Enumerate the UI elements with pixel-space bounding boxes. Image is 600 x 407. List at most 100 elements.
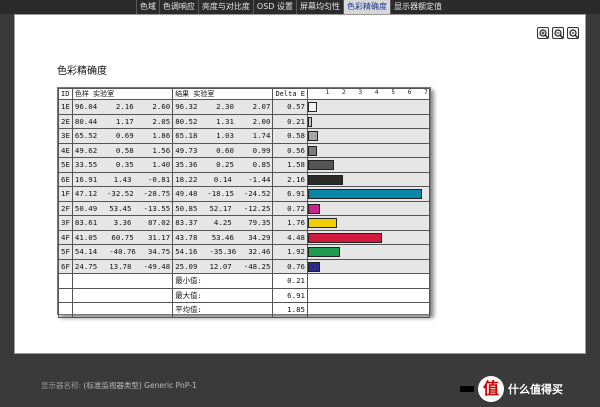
lab-value: 53.46 <box>211 232 234 242</box>
lab-value: 0.58 <box>115 145 134 155</box>
lab-value: 52.17 <box>209 203 232 213</box>
result-lab: 83.37 4.25 79.35 <box>172 215 274 231</box>
lab-value: 1.56 <box>152 145 171 155</box>
patch-id: 4F <box>58 229 73 245</box>
table-row: 6E 16.91 1.43 -0.81 18.22 0.14 -1.44 2.16 <box>58 171 431 187</box>
lab-value: 54.16 <box>175 247 198 257</box>
summary-blank <box>71 273 174 289</box>
lab-value: -1.44 <box>248 174 271 184</box>
table-row: 3F 83.61 3.36 87.02 83.37 4.25 79.35 1.76 <box>58 215 431 231</box>
lab-value: 80.52 <box>175 116 198 126</box>
delta-e-bar-cell <box>306 229 431 245</box>
lab-value: 1.43 <box>113 174 132 184</box>
delta-e-bar <box>308 261 321 272</box>
target-lab: 83.61 3.36 87.02 <box>71 215 174 231</box>
patch-id: 2E <box>58 113 73 129</box>
zoom-reset-icon[interactable] <box>567 27 579 39</box>
zoom-controls <box>537 27 579 39</box>
tab-0[interactable]: 色域 <box>135 0 159 14</box>
delta-e-value: 1.76 <box>272 215 308 231</box>
lab-value: 33.55 <box>74 160 98 170</box>
zoom-out-icon[interactable] <box>552 27 564 39</box>
summary-blank <box>58 302 73 318</box>
summary-label: 最大值: <box>172 287 274 303</box>
result-lab: 35.36 0.25 0.85 <box>172 157 274 173</box>
lab-value: 1.86 <box>152 131 171 141</box>
tab-6[interactable]: 显示器额定值 <box>390 0 445 14</box>
result-lab: 18.22 0.14 -1.44 <box>172 171 274 187</box>
tab-1[interactable]: 色调响应 <box>158 0 198 14</box>
delta-e-bar <box>308 203 320 214</box>
lab-value: -48.25 <box>243 261 271 271</box>
tab-5[interactable]: 色彩精确度 <box>343 0 390 14</box>
target-lab: 41.05 60.75 31.17 <box>71 229 174 245</box>
summary-row: 最大值: 6.91 <box>58 287 431 303</box>
lab-value: 0.14 <box>213 174 232 184</box>
delta-e-bar-cell <box>306 171 431 187</box>
summary-blank <box>58 287 73 303</box>
patch-id: 3E <box>58 128 73 144</box>
zoom-in-icon[interactable] <box>537 27 549 39</box>
target-lab: 24.75 13.78 -49.48 <box>71 258 174 274</box>
table-row: 5F 54.14 -40.76 34.75 54.16 -35.36 32.46 1.92 <box>58 244 431 260</box>
target-lab: 16.91 1.43 -0.81 <box>71 171 174 187</box>
table-row: 4E 49.62 0.58 1.56 49.73 0.60 0.99 0.56 <box>58 142 431 158</box>
delta-e-value: 2.16 <box>272 171 308 187</box>
table-header-row: ID 色样 实验室 结果 实验室 Delta E 1 2 3 4 5 6 7 <box>58 88 431 100</box>
delta-e-bar <box>308 189 422 199</box>
lab-value: 12.07 <box>209 261 232 271</box>
lab-value: 25.09 <box>175 261 198 271</box>
lab-value: 49.73 <box>175 145 198 155</box>
summary-value: 0.21 <box>272 273 308 289</box>
delta-e-bar <box>308 232 382 243</box>
lab-value: 35.36 <box>175 160 198 170</box>
delta-e-bar <box>308 218 337 228</box>
tab-3[interactable]: OSD 设置 <box>252 0 296 14</box>
lab-value: 96.04 <box>74 102 98 112</box>
col-result-header: 结果 实验室 <box>172 88 274 100</box>
lab-value: 0.35 <box>115 160 134 170</box>
watermark: 值 什么值得买 <box>460 376 563 402</box>
lab-value: 1.40 <box>152 160 171 170</box>
lab-value: 2.00 <box>252 116 271 126</box>
target-lab: 49.62 0.58 1.56 <box>71 142 174 158</box>
axis-tick: 1 <box>325 89 330 97</box>
delta-e-value: 4.48 <box>272 229 308 245</box>
delta-e-bar-cell <box>306 258 431 274</box>
lab-value: 1.31 <box>216 116 234 126</box>
delta-e-value: 0.72 <box>272 200 308 216</box>
delta-e-bar <box>308 174 344 185</box>
target-lab: 96.04 2.16 2.60 <box>71 99 174 115</box>
section-title: 色彩精确度 <box>57 66 107 77</box>
watermark-text: 什么值得买 <box>508 383 563 396</box>
summary-blank <box>306 287 431 303</box>
lab-value: -49.48 <box>143 261 171 271</box>
lab-value: 47.12 <box>74 189 98 199</box>
delta-e-value: 0.21 <box>272 113 308 129</box>
lab-value: 50.85 <box>175 203 198 213</box>
lab-value: -13.55 <box>143 203 171 213</box>
lab-value: 31.17 <box>147 232 171 242</box>
lab-value: 2.05 <box>152 116 171 126</box>
tab-4[interactable]: 屏幕均匀性 <box>296 0 343 14</box>
lab-value: 65.52 <box>74 131 98 141</box>
lab-value: 79.35 <box>248 218 271 228</box>
patch-id: 3F <box>58 215 73 231</box>
result-lab: 49.48 -18.15 -24.52 <box>172 186 274 202</box>
delta-e-bar-cell <box>306 128 431 144</box>
lab-value: 41.05 <box>74 232 98 242</box>
tab-2[interactable]: 亮度与对比度 <box>197 0 253 14</box>
delta-e-bar <box>308 160 334 170</box>
delta-e-value: 0.76 <box>272 258 308 274</box>
lab-value: 2.30 <box>216 102 234 112</box>
table-row: 2F 50.49 53.45 -13.55 50.85 52.17 -12.25 0.72 <box>58 200 431 216</box>
col-axis-header: 1 2 3 4 5 6 7 <box>306 88 431 100</box>
lab-value: 54.14 <box>74 247 98 257</box>
lab-value: 16.91 <box>74 174 98 184</box>
lab-value: 0.60 <box>216 145 234 155</box>
summary-row: 平均值: 1.85 <box>58 302 431 318</box>
result-lab: 80.52 1.31 2.00 <box>172 113 274 129</box>
summary-label: 最小值: <box>172 273 274 289</box>
lab-value: 4.25 <box>213 218 232 228</box>
lab-value: 53.45 <box>109 203 132 213</box>
